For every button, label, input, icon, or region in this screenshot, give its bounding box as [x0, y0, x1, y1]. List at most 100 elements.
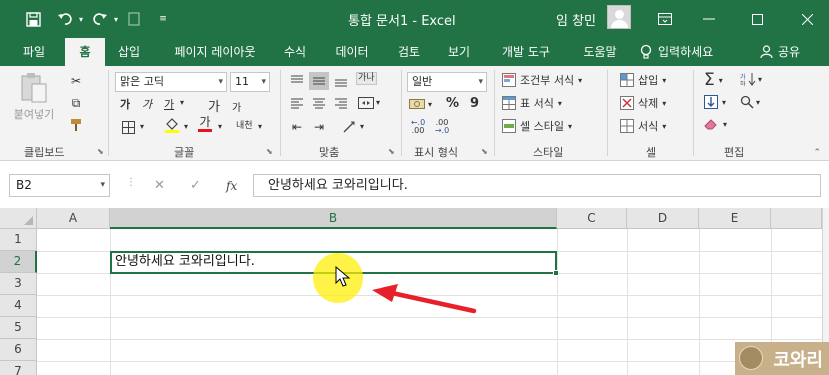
bold-button[interactable]: 가	[120, 96, 130, 112]
fill-color-icon[interactable]	[162, 116, 182, 134]
insert-function-button[interactable]: fx	[226, 174, 237, 197]
underline-button[interactable]: 가	[164, 96, 174, 112]
font-color-button[interactable]: 가	[198, 116, 212, 132]
clipboard-launcher-icon[interactable]: ⬊	[97, 147, 104, 156]
formula-input[interactable]: 안녕하세요 코와리입니다.	[253, 174, 821, 197]
align-left-icon[interactable]	[287, 94, 307, 112]
collapse-ribbon-icon[interactable]: ⌃	[813, 148, 821, 158]
font-name-select[interactable]: 맑은 고딕 ▾	[115, 72, 227, 92]
row-header-6[interactable]: 6	[0, 339, 37, 361]
enter-formula-icon[interactable]: ✓	[190, 174, 201, 197]
column-header-e[interactable]: E	[699, 208, 771, 229]
merge-dropdown-icon[interactable]: ▾	[376, 98, 380, 107]
formula-bar-resize-handle[interactable]: ⋮	[126, 177, 136, 188]
tab-file[interactable]: 파일	[14, 38, 54, 66]
autosum-button[interactable]: Σ ▾	[704, 70, 723, 90]
comma-style-button[interactable]: 9	[470, 96, 479, 111]
accounting-dropdown-icon[interactable]: ▾	[428, 100, 432, 109]
select-all-button[interactable]	[0, 208, 37, 229]
italic-button[interactable]: 가	[142, 96, 152, 112]
alignment-launcher-icon[interactable]: ⬊	[388, 147, 395, 156]
decrease-indent-icon[interactable]: ⇤	[287, 118, 307, 136]
row-header-3[interactable]: 3	[0, 273, 37, 295]
fill-button[interactable]: ▾	[704, 95, 726, 109]
borders-icon[interactable]	[118, 118, 138, 136]
close-icon[interactable]	[792, 0, 822, 38]
tab-page-layout[interactable]: 페이지 레이아웃	[160, 38, 270, 66]
decrease-decimal-icon[interactable]: .00 →.0	[432, 118, 452, 136]
font-size-select[interactable]: 11 ▾	[230, 72, 270, 92]
redo-icon[interactable]	[89, 0, 111, 38]
column-header-f[interactable]	[771, 208, 822, 229]
tab-formulas[interactable]: 수식	[276, 38, 314, 66]
align-middle-icon[interactable]	[309, 72, 329, 90]
column-header-c[interactable]: C	[557, 208, 627, 229]
tab-home[interactable]: 홈	[65, 38, 105, 66]
row-header-4[interactable]: 4	[0, 295, 37, 317]
align-right-icon[interactable]	[331, 94, 351, 112]
minimize-icon[interactable]	[694, 0, 724, 38]
phonetic-guide-button[interactable]: 내천	[236, 118, 253, 131]
shrink-font-button[interactable]: 가	[232, 99, 241, 114]
column-header-d[interactable]: D	[627, 208, 699, 229]
insert-cells-button[interactable]: 삽입 ▾	[620, 72, 666, 88]
fill-color-dropdown-icon[interactable]: ▾	[184, 122, 188, 131]
copy-icon[interactable]: ⧉	[66, 94, 86, 112]
phonetic-dropdown-icon[interactable]: ▾	[258, 122, 262, 131]
redo-dropdown-icon[interactable]: ▾	[111, 0, 121, 38]
cell-styles-button[interactable]: 셀 스타일 ▾	[502, 118, 572, 134]
underline-dropdown-icon[interactable]: ▾	[180, 98, 184, 107]
row-header-7[interactable]: 7	[0, 361, 37, 375]
accounting-format-icon[interactable]	[407, 96, 427, 114]
borders-dropdown-icon[interactable]: ▾	[140, 122, 144, 131]
save-icon[interactable]	[20, 0, 46, 38]
ribbon-display-icon[interactable]	[653, 0, 677, 38]
row-header-1[interactable]: 1	[0, 229, 37, 251]
format-cells-button[interactable]: 서식 ▾	[620, 118, 666, 134]
delete-cells-button[interactable]: 삭제 ▾	[620, 95, 666, 111]
font-launcher-icon[interactable]: ⬊	[266, 147, 273, 156]
format-as-table-button[interactable]: 표 서식 ▾	[502, 95, 562, 111]
tab-help[interactable]: 도움말	[572, 38, 628, 66]
column-header-b[interactable]: B	[110, 208, 557, 229]
text-direction-dropdown-icon[interactable]: ▾	[360, 122, 364, 131]
number-format-select[interactable]: 일반 ▾	[407, 72, 487, 92]
conditional-formatting-button[interactable]: 조건부 서식 ▾	[502, 72, 582, 88]
undo-icon[interactable]	[54, 0, 76, 38]
tab-review[interactable]: 검토	[390, 38, 428, 66]
cancel-formula-icon[interactable]: ✕	[154, 174, 165, 197]
column-header-a[interactable]: A	[37, 208, 110, 229]
text-direction-icon[interactable]	[340, 118, 360, 136]
grow-font-button[interactable]: 가	[208, 96, 220, 115]
increase-indent-icon[interactable]: ⇥	[309, 118, 329, 136]
clear-button[interactable]: ▾	[704, 118, 727, 130]
increase-decimal-icon[interactable]: ←.0.00	[408, 118, 428, 136]
align-bottom-icon[interactable]	[331, 72, 351, 90]
format-painter-icon[interactable]	[66, 116, 86, 134]
percent-button[interactable]: %	[446, 96, 459, 111]
number-launcher-icon[interactable]: ⬊	[481, 147, 488, 156]
name-box[interactable]: B2 ▾	[9, 174, 110, 197]
cut-icon[interactable]: ✂	[66, 72, 86, 90]
find-select-button[interactable]: ▾	[740, 95, 760, 109]
customize-qat-icon[interactable]: ≡	[155, 0, 171, 38]
tab-view[interactable]: 보기	[440, 38, 478, 66]
orientation-button[interactable]: 가나	[356, 72, 377, 85]
avatar[interactable]	[607, 5, 631, 29]
merge-center-icon[interactable]	[356, 94, 376, 112]
align-center-icon[interactable]	[309, 94, 329, 112]
tab-data[interactable]: 데이터	[324, 38, 380, 66]
touch-mode-icon[interactable]	[124, 0, 144, 38]
paste-button[interactable]: 붙여넣기	[10, 72, 58, 134]
row-header-2[interactable]: 2	[0, 251, 37, 273]
tab-insert[interactable]: 삽입	[108, 38, 150, 66]
user-name[interactable]: 임 창민	[556, 10, 596, 29]
tell-me-box[interactable]: 입력하세요	[640, 38, 760, 66]
fill-handle[interactable]	[553, 270, 559, 276]
font-color-dropdown-icon[interactable]: ▾	[218, 122, 222, 131]
align-top-icon[interactable]	[287, 72, 307, 90]
undo-dropdown-icon[interactable]: ▾	[76, 0, 86, 38]
maximize-icon[interactable]	[742, 0, 772, 38]
tab-developer[interactable]: 개발 도구	[490, 38, 562, 66]
share-button[interactable]: 공유	[760, 38, 812, 66]
